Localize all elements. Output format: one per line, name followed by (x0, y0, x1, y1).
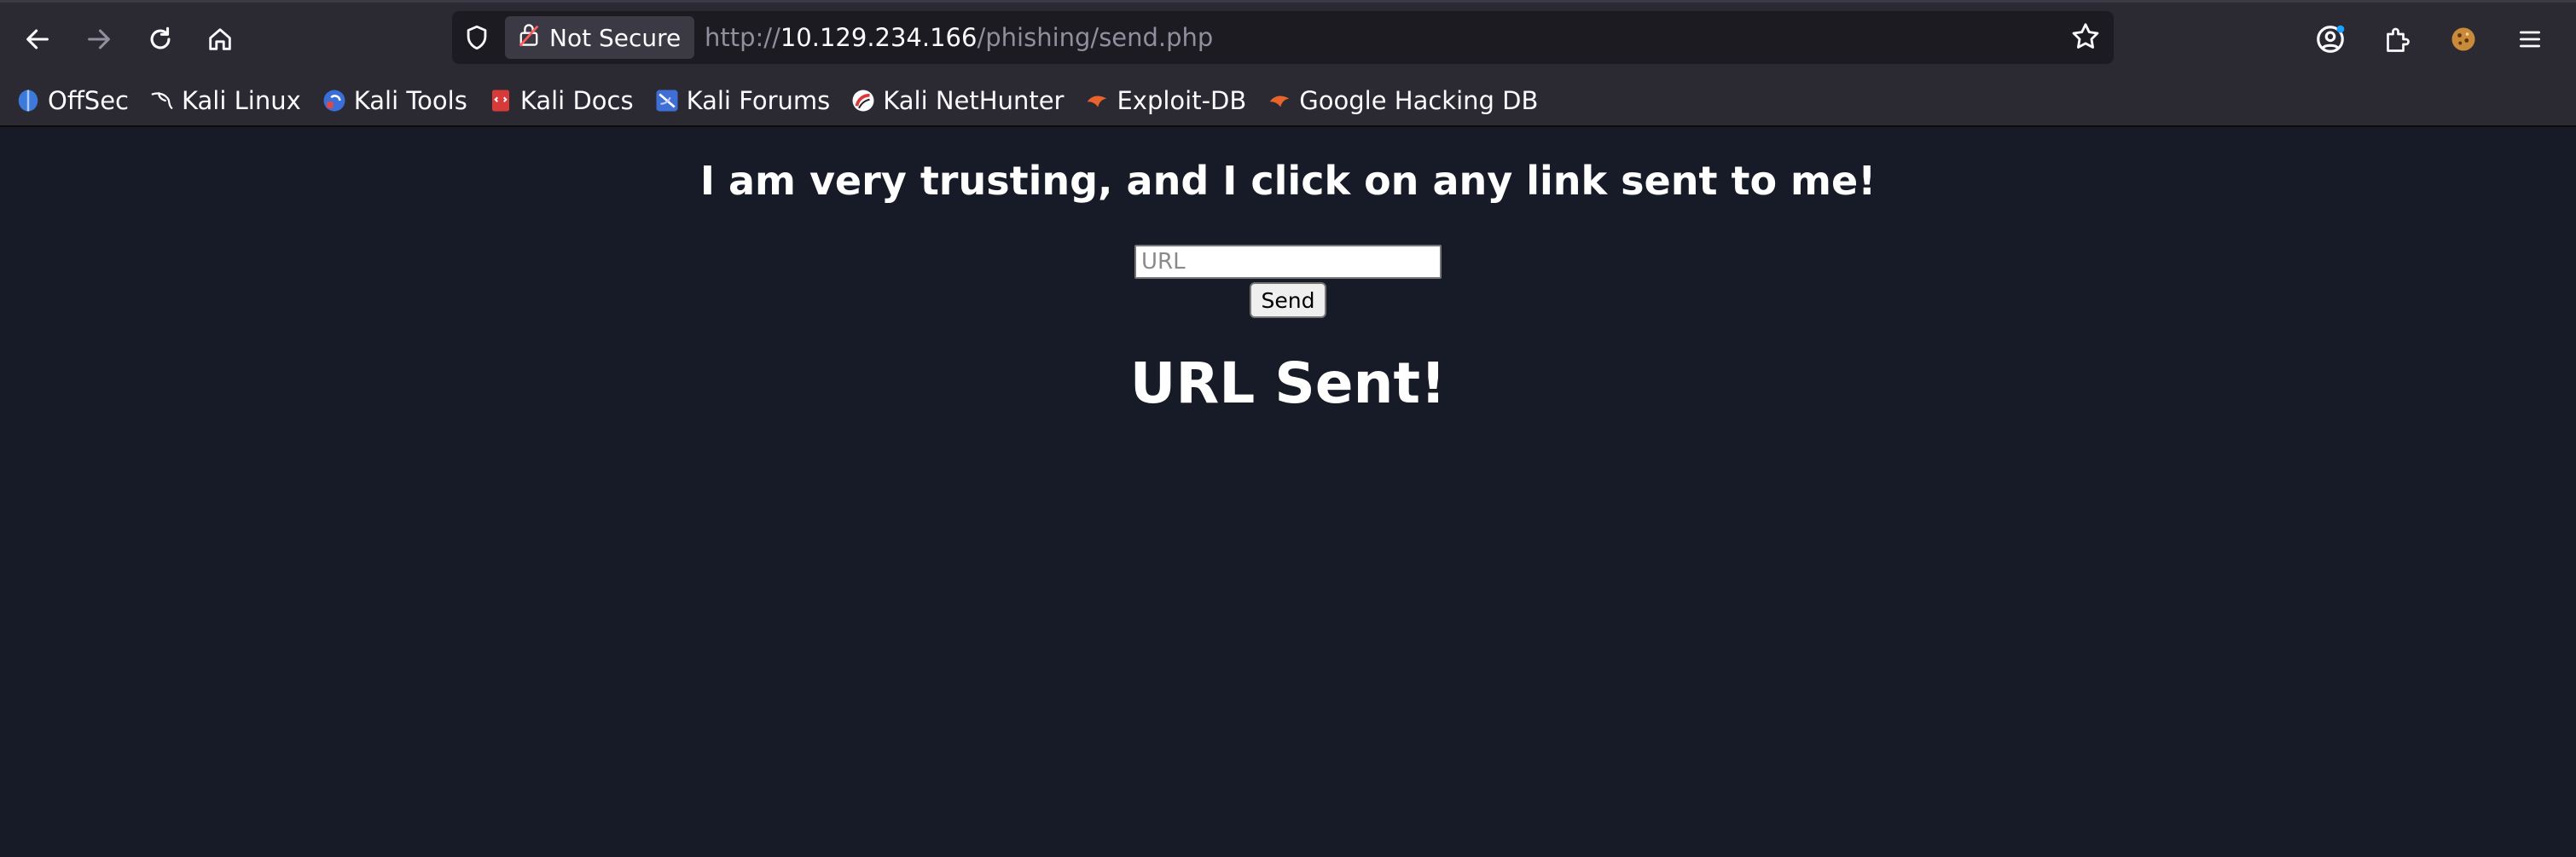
bookmark-kali-nethunter[interactable]: Kali NetHunter (850, 86, 1064, 115)
bookmarks-toolbar: OffSec Kali Linux Kali Tools Kali Docs K… (0, 76, 2576, 127)
url-input[interactable] (1134, 245, 1442, 279)
insecure-lock-icon (517, 22, 541, 54)
account-icon[interactable] (2305, 14, 2356, 65)
menu-hamburger-icon[interactable] (2504, 14, 2556, 65)
address-bar[interactable]: Not Secure http://10.129.234.166/phishin… (452, 11, 2114, 64)
back-icon[interactable] (12, 14, 63, 65)
url-text[interactable]: http://10.129.234.166/phishing/send.php (705, 11, 1213, 64)
nethunter-icon (850, 88, 876, 113)
bookmark-label: Exploit-DB (1117, 86, 1247, 115)
send-button[interactable]: Send (1249, 282, 1327, 318)
page-content: I am very trusting, and I click on any l… (0, 127, 2576, 857)
bookmark-label: Kali NetHunter (883, 86, 1065, 115)
bookmark-label: Kali Forums (686, 86, 831, 115)
cookie-extension-icon[interactable] (2438, 14, 2489, 65)
not-secure-indicator[interactable]: Not Secure (505, 16, 695, 59)
bookmark-offsec[interactable]: OffSec (15, 86, 129, 115)
kali-dragon-icon (149, 88, 175, 113)
browser-toolbar: Not Secure http://10.129.234.166/phishin… (0, 0, 2576, 76)
page-heading: I am very trusting, and I click on any l… (699, 158, 1877, 204)
url-path: /phishing/send.php (977, 23, 1214, 52)
bookmark-kali-tools[interactable]: Kali Tools (322, 86, 467, 115)
status-message: URL Sent! (1129, 350, 1447, 416)
exploit-db-icon (1084, 88, 1110, 113)
bookmark-google-hacking-db[interactable]: Google Hacking DB (1267, 86, 1538, 115)
offsec-icon (15, 88, 41, 113)
ghdb-icon (1267, 88, 1292, 113)
kali-docs-icon (488, 88, 513, 113)
kali-tools-icon (322, 88, 347, 113)
not-secure-label: Not Secure (549, 23, 682, 52)
extensions-puzzle-icon[interactable] (2371, 14, 2422, 65)
home-icon[interactable] (194, 14, 246, 65)
kali-forums-icon (654, 88, 680, 113)
bookmark-label: Kali Linux (182, 86, 301, 115)
reload-icon[interactable] (135, 14, 186, 65)
bookmark-label: Google Hacking DB (1299, 86, 1539, 115)
send-url-form: Send (0, 245, 2576, 318)
bookmark-label: Kali Docs (519, 86, 634, 115)
url-host: 10.129.234.166 (780, 23, 978, 52)
url-scheme: http:// (705, 23, 780, 52)
forward-icon[interactable] (73, 14, 125, 65)
toolbar-right-icons (2305, 14, 2576, 65)
bookmark-kali-forums[interactable]: Kali Forums (654, 86, 831, 115)
browser-chrome: Not Secure http://10.129.234.166/phishin… (0, 0, 2576, 127)
bookmark-kali-docs[interactable]: Kali Docs (488, 86, 634, 115)
bookmark-exploit-db[interactable]: Exploit-DB (1084, 86, 1246, 115)
bookmark-kali-linux[interactable]: Kali Linux (149, 86, 301, 115)
bookmark-label: Kali Tools (353, 86, 467, 115)
bookmark-star-icon[interactable] (2069, 20, 2102, 56)
tracking-protection-shield-icon[interactable] (462, 23, 491, 55)
bookmark-label: OffSec (48, 86, 130, 115)
